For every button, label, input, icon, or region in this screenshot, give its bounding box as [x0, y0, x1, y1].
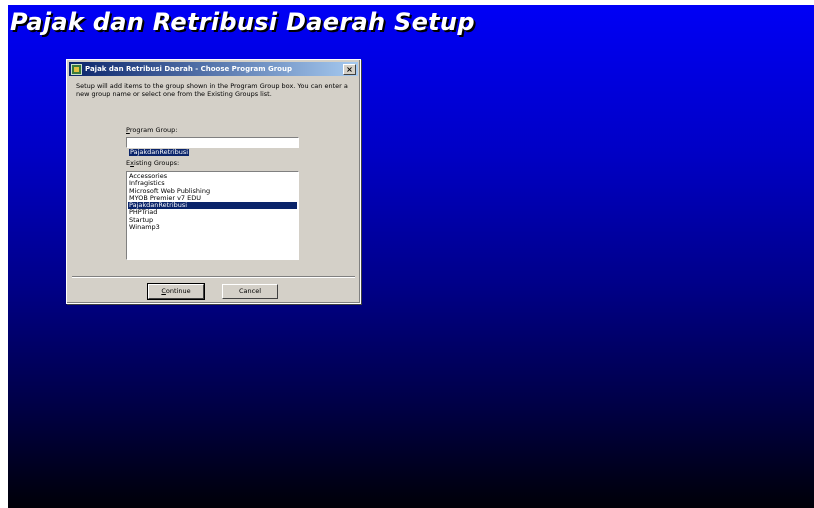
program-group-value: PajakdanRetribusi: [129, 148, 190, 156]
program-group-input[interactable]: PajakdanRetribusi: [126, 137, 299, 156]
button-separator: [72, 276, 355, 278]
dialog-titlebar[interactable]: Pajak dan Retribusi Daerah - Choose Prog…: [69, 62, 358, 76]
continue-label: ontinue: [165, 287, 191, 295]
cancel-button[interactable]: Cancel: [222, 284, 278, 299]
choose-program-group-dialog: Pajak dan Retribusi Daerah - Choose Prog…: [66, 59, 361, 304]
program-group-label-text: rogram Group:: [129, 126, 178, 134]
dialog-description: Setup will add items to the group shown …: [76, 82, 348, 98]
list-item[interactable]: PHPTriad: [128, 209, 297, 217]
program-group-label: Program Group:: [126, 126, 177, 134]
list-item[interactable]: Winamp3: [128, 223, 297, 231]
existing-groups-label: Existing Groups:: [126, 159, 179, 167]
continue-button[interactable]: Continue: [147, 283, 205, 300]
dialog-title: Pajak dan Retribusi Daerah - Choose Prog…: [85, 65, 292, 73]
setup-app-icon: [71, 63, 82, 75]
existing-groups-list[interactable]: Accessories Infragistics Microsoft Web P…: [126, 171, 299, 260]
close-button[interactable]: ×: [343, 63, 356, 75]
setup-title: Pajak dan Retribusi Daerah Setup: [10, 8, 475, 36]
existing-groups-label-text: isting Groups:: [133, 159, 180, 167]
